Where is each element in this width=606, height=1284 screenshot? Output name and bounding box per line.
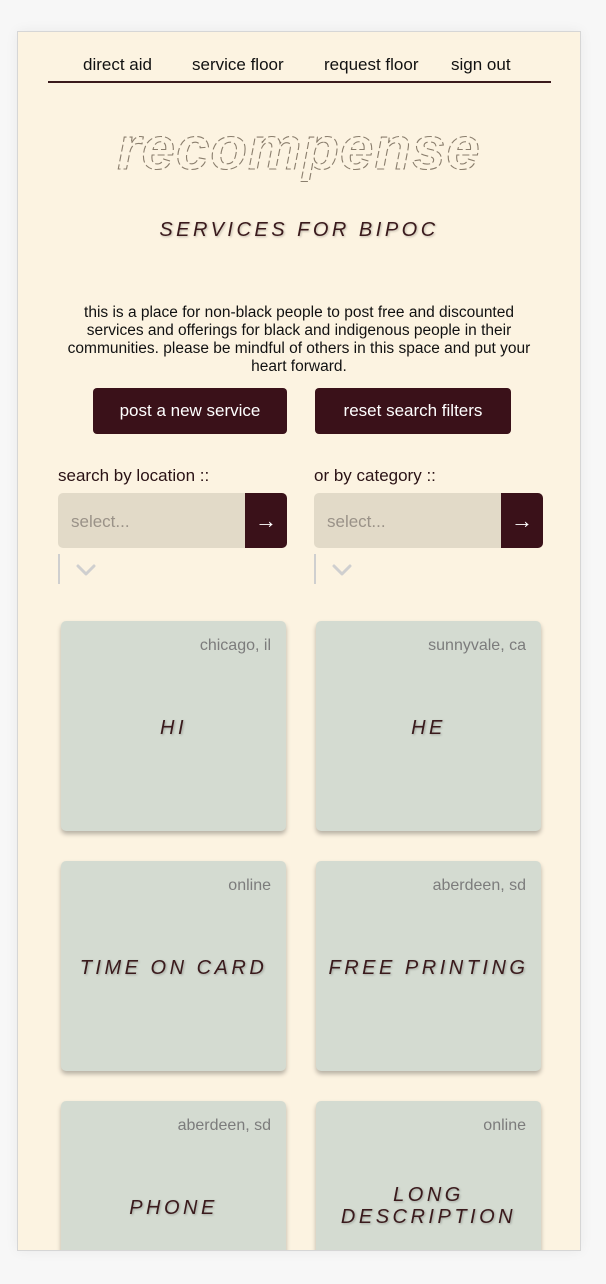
category-go-button[interactable]: →: [501, 493, 543, 548]
service-card[interactable]: online LONG DESCRIPTION: [316, 1101, 541, 1250]
card-title: PHONE: [129, 1197, 218, 1219]
chevron-down-icon: [76, 564, 96, 576]
nav-service-floor[interactable]: service floor: [192, 55, 284, 75]
card-location: chicago, il: [199, 637, 271, 654]
location-go-button[interactable]: →: [245, 493, 287, 548]
nav-request-floor[interactable]: request floor: [324, 55, 419, 75]
card-location: sunnyvale, ca: [428, 637, 526, 654]
card-title: TIME ON CARD: [79, 957, 268, 979]
chevron-down-icon: [332, 564, 352, 576]
top-nav: direct aid service floor request floor s…: [48, 32, 551, 83]
card-title-line: DESCRIPTION: [340, 1206, 517, 1228]
card-location: aberdeen, sd: [177, 1117, 271, 1134]
card-location: online: [228, 877, 271, 894]
service-card[interactable]: chicago, il HI: [61, 621, 286, 831]
arrow-right-icon: →: [255, 507, 277, 533]
location-dropdown-toggle[interactable]: [58, 554, 120, 584]
page-container: direct aid service floor request floor s…: [17, 31, 581, 1251]
logo-text: recompense: [117, 117, 481, 182]
nav-direct-aid[interactable]: direct aid: [83, 55, 152, 75]
category-filter-label: or by category ::: [314, 466, 436, 485]
category-select[interactable]: select... →: [314, 493, 543, 548]
location-filter-label: search by location ::: [58, 466, 210, 485]
nav-sign-out[interactable]: sign out: [451, 55, 511, 75]
card-title: LONG DESCRIPTION: [316, 1184, 541, 1228]
intro-text: this is a place for non-black people to …: [67, 303, 531, 375]
service-card[interactable]: aberdeen, sd FREE PRINTING: [316, 861, 541, 1071]
page-tagline: SERVICES FOR BIPOC: [159, 219, 439, 241]
service-card[interactable]: sunnyvale, ca HE: [316, 621, 541, 831]
card-location: online: [483, 1117, 526, 1134]
service-card[interactable]: online TIME ON CARD: [61, 861, 286, 1071]
category-dropdown-toggle[interactable]: [314, 554, 376, 584]
service-card[interactable]: aberdeen, sd PHONE: [61, 1101, 286, 1250]
card-title-line: LONG: [393, 1184, 464, 1206]
post-service-button[interactable]: post a new service: [93, 388, 287, 434]
recompense-logo: recompense: [117, 117, 481, 183]
category-select-placeholder: select...: [327, 512, 386, 531]
arrow-right-icon: →: [511, 507, 533, 533]
location-select-placeholder: select...: [71, 512, 130, 531]
reset-filters-button[interactable]: reset search filters: [315, 388, 511, 434]
card-title: HI: [160, 717, 187, 739]
card-title: FREE PRINTING: [328, 957, 529, 979]
location-select[interactable]: select... →: [58, 493, 287, 548]
card-location: aberdeen, sd: [432, 877, 526, 894]
card-title: HE: [411, 717, 446, 739]
